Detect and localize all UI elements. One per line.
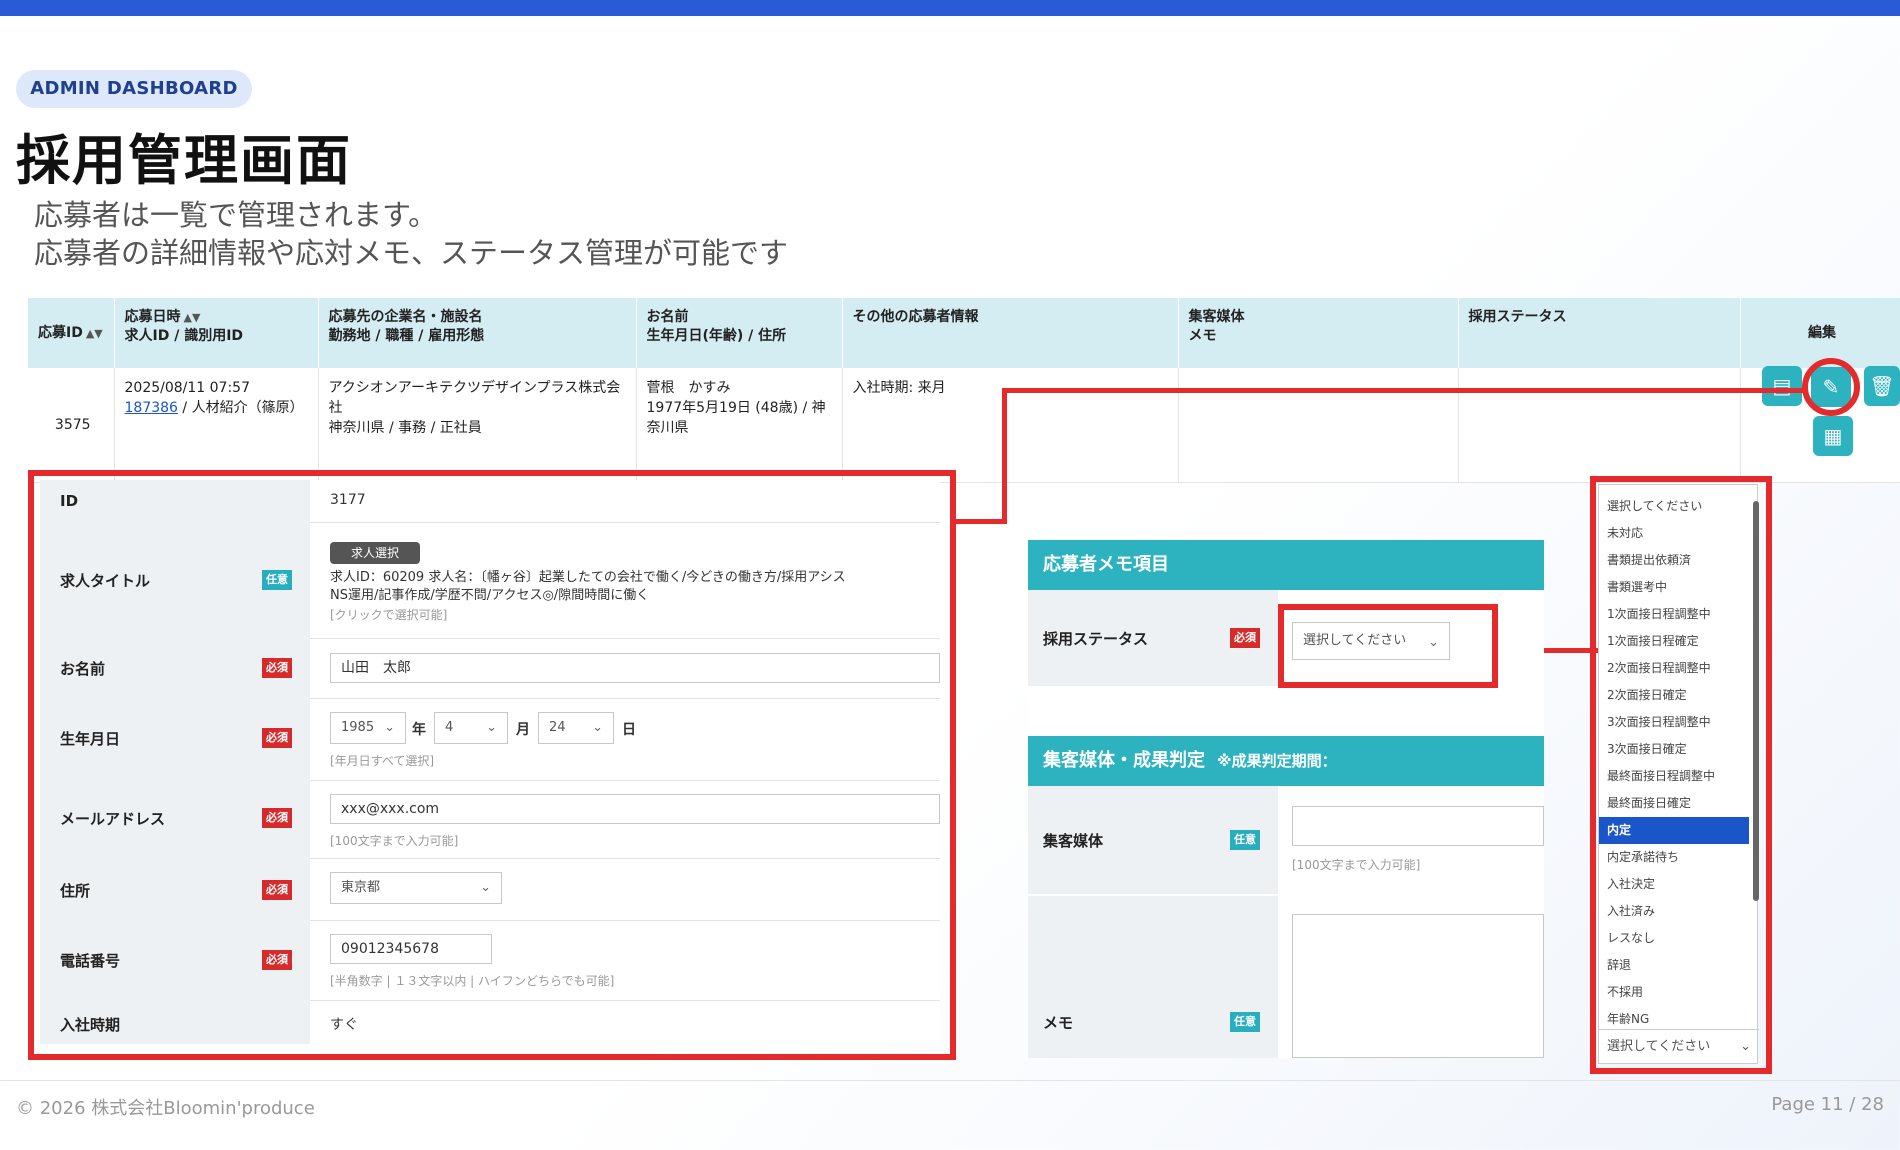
cell-date: 2025/08/11 07:57 187386 / 人材紹介（篠原）	[114, 368, 319, 483]
section-badge: ADMIN DASHBOARD	[16, 70, 252, 108]
top-accent-bar	[0, 0, 1900, 16]
col-header-media: 集客媒体 メモ	[1178, 298, 1459, 368]
cell-name: 菅根 かすみ 1977年5月19日 (48歳) / 神奈川県	[636, 368, 843, 483]
description-line-2: 応募者の詳細情報や応対メモ、ステータス管理が可能です	[34, 236, 789, 270]
description-line-1: 応募者は一覧で管理されます。	[34, 198, 438, 232]
cell-media	[1178, 368, 1459, 483]
trash-icon[interactable]: 🗑	[1864, 366, 1900, 406]
media-label: 集客媒体	[1043, 832, 1104, 850]
col-header-status: 採用ステータス	[1458, 298, 1741, 368]
table-row: 3575 2025/08/11 07:57 187386 / 人材紹介（篠原） ア…	[28, 368, 1900, 483]
table-header-row: 応募ID ▲▼ 応募日時 ▲▼ 求人ID / 識別用ID 応募先の企業名・施設名 勤務地…	[28, 298, 1900, 368]
pdf-icon[interactable]: ▦	[1813, 416, 1853, 456]
col-header-name: お名前 生年月日(年齢) / 住所	[636, 298, 843, 368]
media-input[interactable]	[1292, 806, 1544, 846]
page-title: 採用管理画面	[16, 129, 352, 192]
job-id-link[interactable]: 187386	[125, 400, 178, 416]
media-section-header: 集客媒体・成果判定 ※成果判定期間：	[1028, 736, 1544, 786]
connector-line	[952, 519, 1007, 524]
memo-label: メモ	[1043, 1014, 1074, 1032]
cell-id: 3575	[28, 368, 115, 483]
col-header-date[interactable]: 応募日時 ▲▼ 求人ID / 識別用ID	[114, 298, 319, 368]
media-hint: [100文字まで入力可能]	[1292, 858, 1421, 872]
memo-textarea[interactable]	[1292, 914, 1544, 1058]
status-highlight-box	[1278, 604, 1498, 688]
col-header-company: 応募先の企業名・施設名 勤務地 / 職種 / 雇用形態	[318, 298, 637, 368]
col-header-other: その他の応募者情報	[842, 298, 1179, 368]
form-highlight-box	[28, 470, 956, 1060]
cell-status	[1458, 368, 1741, 483]
page-description: 応募者は一覧で管理されます。 応募者の詳細情報や応対メモ、ステータス管理が可能で…	[34, 196, 788, 272]
sort-icon[interactable]: ▲▼	[86, 327, 103, 340]
page-number: Page 11 / 28	[1771, 1094, 1884, 1115]
document-icon[interactable]: ▤	[1762, 366, 1802, 406]
connector-line	[1002, 388, 1007, 524]
connector-line	[1002, 388, 1808, 393]
sort-icon[interactable]: ▲▼	[184, 311, 201, 324]
optional-tag: 任意	[1230, 830, 1260, 850]
edit-highlight-ring	[1802, 358, 1860, 416]
dropdown-highlight-box	[1590, 476, 1772, 1074]
cell-company: アクシオンアーキテクツデザインプラス株式会社 神奈川県 / 事務 / 正社員	[318, 368, 637, 483]
memo-section-header: 応募者メモ項目	[1028, 540, 1544, 590]
col-header-edit: 編集	[1740, 298, 1900, 368]
status-label: 採用ステータス	[1043, 630, 1149, 648]
col-header-id[interactable]: 応募ID ▲▼	[28, 298, 115, 368]
optional-tag: 任意	[1230, 1012, 1260, 1032]
footer-divider	[0, 1080, 1900, 1081]
required-tag: 必須	[1230, 628, 1260, 648]
copyright: © 2026 株式会社Bloomin'produce	[16, 1098, 315, 1119]
cell-other: 入社時期: 来月	[842, 368, 1179, 483]
